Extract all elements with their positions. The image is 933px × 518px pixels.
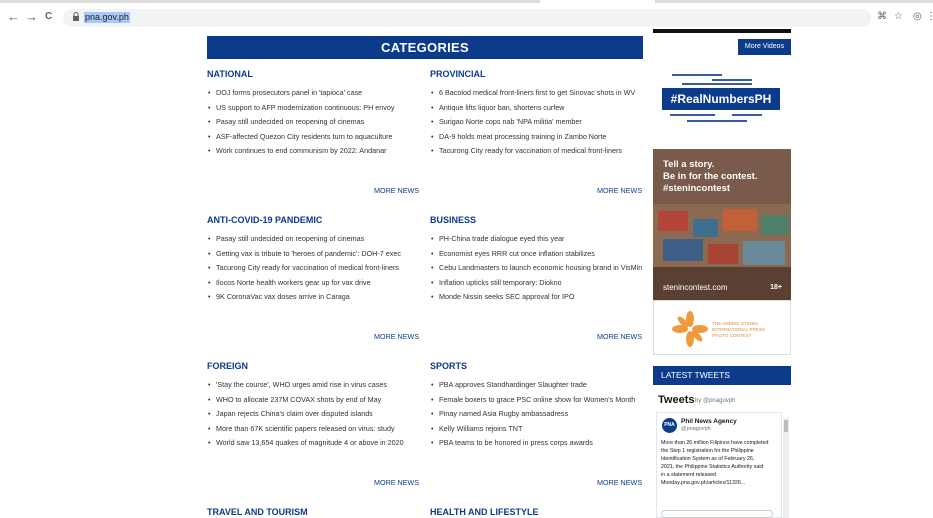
news-link[interactable]: DA-9 holds meat processing training in Z… — [430, 130, 635, 145]
banner-text-line — [732, 114, 762, 116]
news-link[interactable]: 9K CoronaVac vax doses arrive in Caraga — [207, 290, 401, 305]
news-link[interactable]: WHO to allocate 237M COVAX shots by end … — [207, 393, 404, 408]
latest-tweets-header: LATEST TWEETS — [653, 366, 791, 385]
news-link[interactable]: More than 67K scientific papers released… — [207, 422, 404, 437]
news-link[interactable]: Inflation upticks still temporary: Diokn… — [430, 276, 642, 291]
news-link[interactable]: Cebu Landmasters to launch economic hous… — [430, 261, 642, 276]
extension-icon[interactable]: ◎ — [913, 11, 922, 22]
news-link[interactable]: Economist eyes RRR cut once inflation st… — [430, 247, 642, 262]
news-link[interactable]: 'Stay the course', WHO urges amid rise i… — [207, 378, 404, 393]
section-title-business[interactable]: BUSINESS — [430, 215, 476, 225]
news-link[interactable]: Work continues to end communism by 2022:… — [207, 144, 394, 159]
lock-icon — [73, 12, 79, 21]
news-link[interactable]: PH-China trade dialogue eyed this year — [430, 232, 642, 247]
news-link[interactable]: Kelly Williams rejoins TNT — [430, 422, 635, 437]
ad-headline: Tell a story. Be in for the contest. #st… — [663, 159, 757, 195]
news-list-covid: Pasay still undecided on reopening of ci… — [207, 232, 401, 305]
tab-strip — [0, 0, 540, 3]
banner-text-line — [672, 74, 722, 76]
section-title-national[interactable]: NATIONAL — [207, 69, 253, 79]
news-list-sports: PBA approves Standhardinger Slaughter tr… — [430, 378, 635, 451]
menu-icon[interactable]: ⋮ — [926, 11, 933, 22]
news-link[interactable]: US support to AFP modernization continuo… — [207, 101, 394, 116]
news-list-business: PH-China trade dialogue eyed this year E… — [430, 232, 642, 305]
stenin-contest-name: THE ANDREI STENIN INTERNATIONAL PRESS PH… — [712, 321, 766, 338]
realnumbers-banner[interactable]: #RealNumbersPH — [662, 70, 780, 128]
news-link[interactable]: Ilocos Norte health workers gear up for … — [207, 276, 401, 291]
section-title-foreign[interactable]: FOREIGN — [207, 361, 248, 371]
section-title-travel[interactable]: TRAVEL AND TOURISM — [207, 507, 308, 517]
address-url[interactable]: pna.gov.ph — [84, 12, 130, 23]
tweet-text: More than 26 million Filipinos have comp… — [661, 440, 769, 487]
banner-text-line — [712, 79, 752, 81]
video-strip — [653, 29, 791, 33]
ad-hashtag: #stenincontest — [663, 183, 731, 194]
back-icon[interactable]: ← — [7, 10, 20, 24]
news-link[interactable]: Pasay still undecided on reopening of ci… — [207, 232, 401, 247]
news-link[interactable]: World saw 13,654 quakes of magnitude 4 o… — [207, 436, 404, 451]
section-title-sports[interactable]: SPORTS — [430, 361, 467, 371]
tweet-card[interactable]: PNA Phil News Agency @pnagovph More than… — [656, 412, 782, 518]
tab-strip-right — [655, 0, 933, 3]
more-videos-button[interactable]: More Videos — [738, 39, 791, 55]
tweets-by-link[interactable]: by @pnagovph — [695, 398, 735, 404]
apps-icon[interactable]: ⌘ — [877, 11, 887, 22]
news-link[interactable]: Tacurong City ready for vaccination of m… — [430, 144, 635, 159]
news-list-provincial: 6 Bacolod medical front-liners first to … — [430, 86, 635, 159]
news-link[interactable]: Female boxers to grace PSC online show f… — [430, 393, 635, 408]
tweet-author-handle[interactable]: @pnagovph — [681, 426, 711, 432]
twitter-widget[interactable]: Tweets by @pnagovph PNA Phil News Agency… — [653, 388, 791, 518]
ad-age-badge: 18+ — [770, 284, 782, 291]
news-link[interactable]: PBA teams to be honored in press corps a… — [430, 436, 635, 451]
news-link[interactable]: DOJ forms prosecutors panel in 'tapioca'… — [207, 86, 394, 101]
news-list-national: DOJ forms prosecutors panel in 'tapioca'… — [207, 86, 394, 159]
news-link[interactable]: Monde Nissin seeks SEC approval for IPO — [430, 290, 642, 305]
news-link[interactable]: Pasay still undecided on reopening of ci… — [207, 115, 394, 130]
news-link[interactable]: Japan rejects China's claim over dispute… — [207, 407, 404, 422]
banner-text-line — [670, 114, 715, 116]
browser-toolbar: ← → C pna.gov.ph ⌘ ☆ ◎ ⋮ — [0, 0, 933, 34]
news-link[interactable]: Tacurong City ready for vaccination of m… — [207, 261, 401, 276]
section-title-provincial[interactable]: PROVINCIAL — [430, 69, 486, 79]
news-list-foreign: 'Stay the course', WHO urges amid rise i… — [207, 378, 404, 451]
avatar[interactable]: PNA — [662, 418, 677, 433]
ad-url: stenincontest.com — [663, 283, 728, 292]
more-news-covid[interactable]: MORE NEWS — [374, 332, 419, 341]
more-news-national[interactable]: MORE NEWS — [374, 186, 419, 195]
ad-line-1: Tell a story. — [663, 159, 715, 170]
more-news-provincial[interactable]: MORE NEWS — [597, 186, 642, 195]
news-link[interactable]: 6 Bacolod medical front-liners first to … — [430, 86, 635, 101]
tweets-heading: Tweets — [658, 394, 695, 406]
stenin-contest-ad[interactable]: Tell a story. Be in for the contest. #st… — [653, 149, 791, 300]
more-news-foreign[interactable]: MORE NEWS — [374, 478, 419, 487]
tweet-scrollbar-thumb[interactable] — [784, 420, 788, 432]
tweet-author-name[interactable]: Phil News Agency — [681, 418, 737, 425]
banner-text-line — [687, 120, 747, 122]
news-link[interactable]: PBA approves Standhardinger Slaughter tr… — [430, 378, 635, 393]
categories-header: CATEGORIES — [207, 36, 643, 59]
stenin-logo-icon — [672, 311, 708, 347]
address-bar[interactable] — [63, 9, 871, 27]
reload-icon[interactable]: C — [45, 10, 52, 24]
section-title-covid[interactable]: ANTI-COVID-19 PANDEMIC — [207, 215, 322, 225]
news-link[interactable]: ASF-affected Quezon City residents turn … — [207, 130, 394, 145]
news-link[interactable]: Pinay named Asia Rugby ambassadress — [430, 407, 635, 422]
section-title-health[interactable]: HEALTH AND LIFESTYLE — [430, 507, 539, 517]
more-news-business[interactable]: MORE NEWS — [597, 332, 642, 341]
realnumbers-title: #RealNumbersPH — [662, 88, 780, 110]
stenin-logo-box[interactable]: THE ANDREI STENIN INTERNATIONAL PRESS PH… — [653, 300, 791, 355]
tweet-next-card — [661, 510, 773, 518]
news-link[interactable]: Getting vax is tribute to 'heroes of pan… — [207, 247, 401, 262]
bookmark-star-icon[interactable]: ☆ — [894, 11, 903, 22]
news-link[interactable]: Antique lifts liquor ban, shortens curfe… — [430, 101, 635, 116]
tweet-scrollbar[interactable] — [783, 418, 789, 518]
banner-text-line — [682, 83, 752, 85]
news-link[interactable]: Surigao Norte cops nab 'NPA militia' mem… — [430, 115, 635, 130]
more-news-sports[interactable]: MORE NEWS — [597, 478, 642, 487]
ad-line-2: Be in for the contest. — [663, 171, 758, 182]
forward-icon[interactable]: → — [25, 10, 38, 24]
